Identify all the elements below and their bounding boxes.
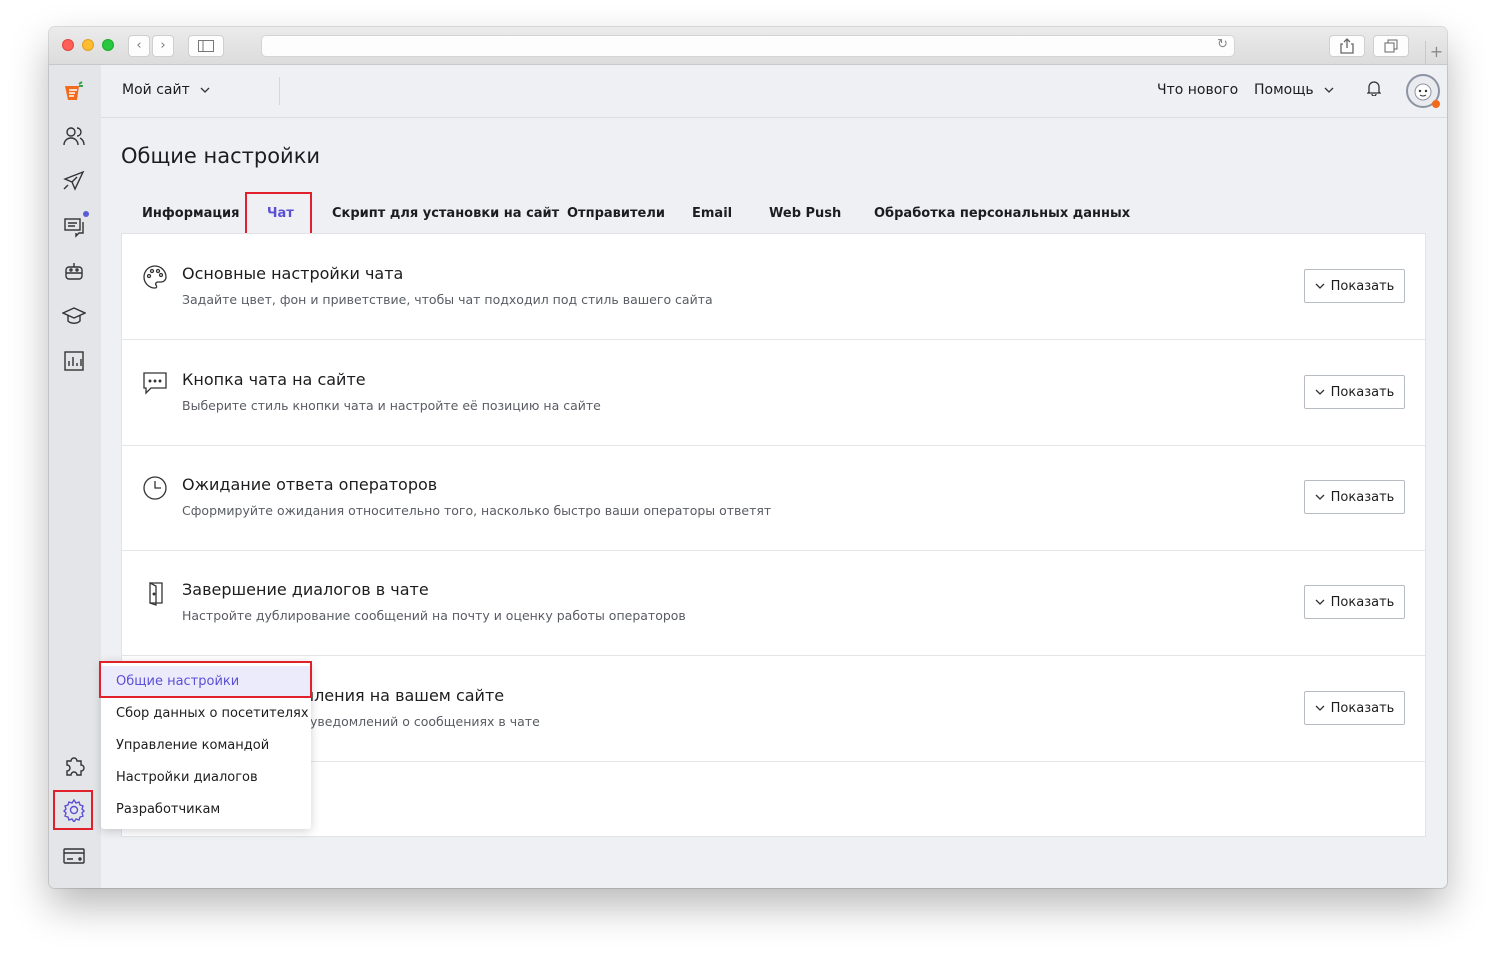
show-button[interactable]: Показать (1304, 375, 1405, 409)
share-icon (1340, 38, 1354, 54)
back-button[interactable]: ‹ (128, 35, 150, 57)
browser-window: ‹ › ↻ + Мой сайт Что нового Помощь Общие… (49, 27, 1447, 888)
section-title: Завершение диалогов в чате (182, 580, 429, 599)
show-button[interactable]: Показать (1304, 269, 1405, 303)
chevron-down-icon (200, 87, 210, 93)
left-rail (49, 65, 101, 888)
section-title: Кнопка чата на сайте (182, 370, 366, 389)
tabs-icon (1384, 39, 1398, 53)
tab-info[interactable]: Информация (142, 193, 240, 235)
section-site-notifications: мления на вашем сайте уведомлений о сооб… (122, 656, 1425, 762)
status-dot (1432, 100, 1440, 108)
palette-icon (143, 265, 167, 289)
close-window-button[interactable] (62, 39, 74, 51)
show-button[interactable]: Показать (1304, 585, 1405, 619)
academy-icon[interactable] (61, 303, 87, 329)
section-title: мления на вашем сайте (302, 686, 505, 705)
brand-logo-icon[interactable] (61, 79, 87, 105)
page-title: Общие настройки (121, 144, 321, 168)
site-selector-label: Мой сайт (122, 82, 190, 98)
menu-item-dialog-settings[interactable]: Настройки диалогов (101, 762, 311, 794)
tabs-overview-button[interactable] (1373, 35, 1409, 57)
settings-highlight-frame (53, 790, 93, 830)
show-button[interactable]: Показать (1304, 691, 1405, 725)
address-bar[interactable]: ↻ (261, 35, 1235, 57)
tab-personal-data[interactable]: Обработка персональных данных (874, 193, 1130, 235)
whats-new-link[interactable]: Что нового (1157, 82, 1238, 98)
section-chat-button: Кнопка чата на сайте Выберите стиль кноп… (122, 340, 1425, 446)
chevron-down-icon (1315, 389, 1325, 395)
contacts-icon[interactable] (61, 123, 87, 149)
section-chat-basics: Основные настройки чата Задайте цвет, фо… (122, 234, 1425, 340)
chevron-down-icon (1315, 494, 1325, 500)
section-description: Настройте дублирование сообщений на почт… (182, 608, 686, 623)
section-operator-wait: Ожидание ответа операторов Сформируйте о… (122, 445, 1425, 551)
section-title: Основные настройки чата (182, 264, 404, 283)
new-tab-button[interactable]: + (1425, 41, 1447, 65)
unread-badge (83, 211, 89, 217)
chat-icon[interactable] (61, 211, 89, 239)
tab-web-push[interactable]: Web Push (769, 193, 841, 235)
tab-senders[interactable]: Отправители (567, 193, 665, 235)
integrations-icon[interactable] (61, 753, 87, 779)
section-description: уведомлений о сообщениях в чате (310, 714, 540, 729)
help-menu-label: Помощь (1254, 82, 1314, 98)
zoom-window-button[interactable] (102, 39, 114, 51)
header-divider (279, 77, 280, 105)
chevron-down-icon (1315, 705, 1325, 711)
clock-icon (143, 476, 167, 500)
user-avatar[interactable] (1406, 74, 1440, 108)
minimize-window-button[interactable] (82, 39, 94, 51)
help-menu[interactable]: Помощь (1254, 82, 1334, 98)
section-description: Задайте цвет, фон и приветствие, чтобы ч… (182, 292, 713, 307)
avatar-face-icon (1414, 83, 1432, 101)
campaigns-icon[interactable] (61, 168, 87, 194)
section-description: Выберите стиль кнопки чата и настройте е… (182, 398, 601, 413)
show-button-label: Показать (1330, 489, 1395, 505)
share-button[interactable] (1329, 35, 1365, 57)
section-description: Сформируйте ожидания относительно того, … (182, 503, 772, 518)
show-button-label: Показать (1330, 700, 1395, 716)
forward-button[interactable]: › (152, 35, 174, 57)
tab-email[interactable]: Email (692, 193, 732, 235)
sidebar-icon (198, 40, 214, 52)
chat-settings-panel: Основные настройки чата Задайте цвет, фо… (121, 233, 1426, 837)
tab-install-script[interactable]: Скрипт для установки на сайт (332, 193, 559, 235)
site-selector[interactable]: Мой сайт (122, 82, 210, 98)
show-button-label: Показать (1330, 594, 1395, 610)
billing-icon[interactable] (61, 843, 87, 869)
sidebar-toggle-button[interactable] (188, 35, 224, 57)
chat-bubble-icon (143, 372, 167, 395)
show-button-label: Показать (1330, 278, 1395, 294)
show-button[interactable]: Показать (1304, 480, 1405, 514)
chevron-down-icon (1315, 283, 1325, 289)
section-title: Ожидание ответа операторов (182, 475, 438, 494)
notifications-bell-icon[interactable] (1366, 80, 1382, 100)
general-settings-highlight-frame (99, 661, 312, 698)
chatbot-icon[interactable] (61, 258, 87, 284)
analytics-icon[interactable] (61, 348, 87, 374)
menu-item-team-management[interactable]: Управление командой (101, 730, 311, 762)
menu-item-visitor-data[interactable]: Сбор данных о посетителях (101, 698, 311, 730)
show-button-label: Показать (1330, 384, 1395, 400)
menu-item-developers[interactable]: Разработчикам (101, 794, 311, 826)
exit-door-icon (149, 581, 163, 606)
browser-titlebar: ‹ › ↻ + (49, 27, 1447, 65)
chevron-down-icon (1315, 599, 1325, 605)
chat-tab-highlight-frame (245, 192, 312, 237)
app-header: Мой сайт Что нового Помощь (101, 65, 1447, 118)
reload-icon[interactable]: ↻ (1217, 37, 1228, 52)
chevron-down-icon (1324, 87, 1334, 93)
section-dialog-end: Завершение диалогов в чате Настройте дуб… (122, 550, 1425, 656)
